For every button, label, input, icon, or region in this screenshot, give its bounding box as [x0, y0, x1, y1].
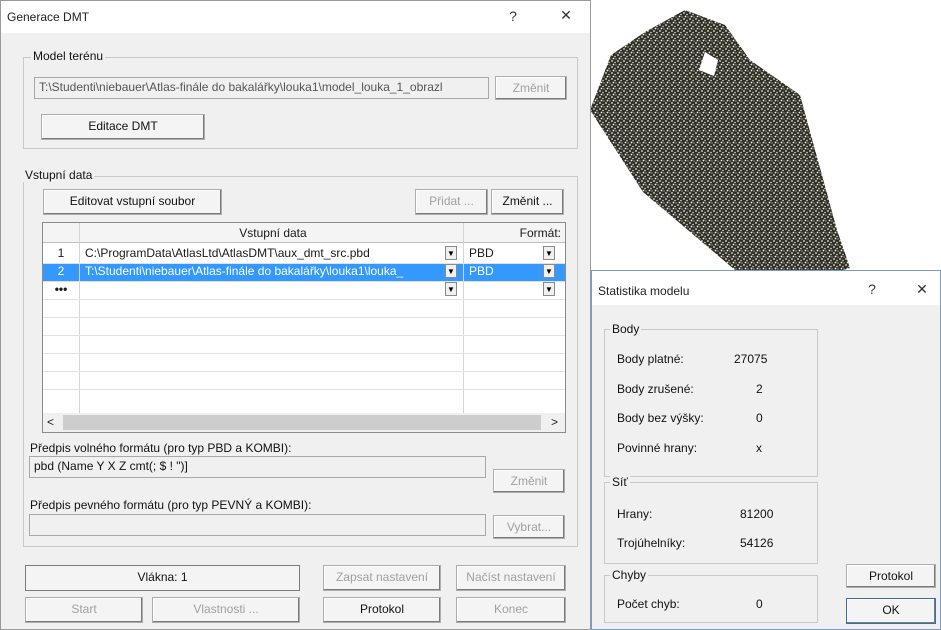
row-format[interactable]: PBD	[469, 245, 529, 262]
save-settings-button[interactable]: Zapsat nastavení	[323, 565, 441, 591]
dialog-title: Statistika modelu	[598, 284, 690, 298]
grid-line	[43, 299, 565, 300]
edit-dmt-button[interactable]: Editace DMT	[41, 114, 205, 140]
row-number: 1	[57, 246, 65, 260]
cancelled-points-value: 2	[756, 382, 763, 396]
model-change-button[interactable]: Změnit	[495, 76, 567, 100]
net-group-label: Síť	[610, 475, 630, 489]
add-button[interactable]: Přidat ...	[415, 189, 488, 215]
properties-button[interactable]: Vlastnosti ...	[152, 597, 300, 623]
chevron-down-icon[interactable]: ▼	[445, 246, 457, 260]
change-input-button[interactable]: Změnit ...	[491, 189, 564, 215]
help-button[interactable]: ?	[501, 8, 525, 24]
title-bar: Generace DMT ? ✕	[1, 1, 590, 33]
generace-dmt-dialog: Generace DMT ? ✕ Model terénu T:\Student…	[0, 0, 591, 630]
valid-points-label: Body platné:	[617, 352, 684, 366]
chevron-down-icon[interactable]: ▼	[445, 264, 457, 278]
free-format-field[interactable]: pbd (Name Y X Z cmt(; $ ! ")]	[29, 456, 486, 478]
scroll-left-icon[interactable]: <	[47, 415, 54, 429]
fixed-format-field[interactable]	[29, 514, 486, 536]
fixed-format-select-button[interactable]: Vybrat...	[493, 515, 565, 539]
help-button[interactable]: ?	[860, 281, 884, 297]
close-icon[interactable]: ✕	[910, 281, 934, 298]
end-button[interactable]: Konec	[456, 597, 566, 623]
free-format-label: Předpis volného formátu (pro typ PBD a K…	[30, 441, 292, 455]
grid-line	[43, 353, 565, 354]
load-settings-button[interactable]: Načíst nastavení	[456, 565, 566, 591]
table-row[interactable]: 1 C:\ProgramData\AtlasLtd\AtlasDMT\aux_d…	[43, 245, 565, 263]
model-group-label: Model terénu	[31, 49, 106, 63]
title-bar: Statistika modelu ? ✕	[592, 271, 940, 305]
row-number: •••	[54, 282, 68, 296]
errors-count-label: Počet chyb:	[617, 597, 680, 611]
chevron-down-icon[interactable]: ▼	[543, 282, 555, 296]
edges-value: 81200	[740, 507, 774, 521]
grid-line	[43, 389, 565, 390]
points-group-label: Body	[610, 322, 642, 336]
stats-protocol-button[interactable]: Protokol	[846, 564, 936, 588]
fixed-format-label: Předpis pevného formátu (pro typ PEVNÝ a…	[30, 498, 312, 512]
col-header-data[interactable]: Vstupní data	[83, 225, 463, 242]
grid-line	[43, 281, 565, 282]
close-icon[interactable]: ✕	[554, 7, 578, 24]
valid-points-value: 27075	[734, 352, 768, 366]
chevron-down-icon[interactable]: ▼	[543, 246, 555, 260]
grid-line	[43, 371, 565, 372]
net-group	[604, 482, 818, 564]
chevron-down-icon[interactable]: ▼	[543, 264, 555, 278]
row-format[interactable]: PBD	[469, 263, 529, 280]
scroll-thumb[interactable]	[63, 415, 541, 430]
free-format-change-button[interactable]: Změnit	[493, 469, 565, 493]
edit-input-button[interactable]: Editovat vstupní soubor	[43, 189, 222, 215]
col-header-format[interactable]: Formát:	[465, 225, 561, 242]
noheight-points-value: 0	[756, 411, 763, 425]
ok-button[interactable]: OK	[846, 598, 936, 624]
grid-line	[43, 317, 565, 318]
cancelled-points-label: Body zrušené:	[617, 382, 694, 396]
start-button[interactable]: Start	[25, 597, 143, 623]
edges-label: Hrany:	[617, 507, 653, 521]
grid-line	[43, 335, 565, 336]
row-path[interactable]: T:\Studenti\niebauer\Atlas-finále do bak…	[85, 263, 441, 280]
dialog-title: Generace DMT	[7, 10, 90, 24]
scroll-right-icon[interactable]: >	[551, 415, 558, 429]
horizontal-scrollbar[interactable]: < >	[43, 413, 565, 432]
statistics-dialog: Statistika modelu ? ✕ Body Body platné: …	[591, 270, 941, 630]
noheight-points-label: Body bez výšky:	[617, 411, 704, 425]
point-cloud-preview	[590, 10, 850, 275]
threads-box: Vlákna: 1	[25, 565, 300, 591]
table-row[interactable]: 2 T:\Studenti\niebauer\Atlas-finále do b…	[43, 263, 565, 281]
grid-line	[43, 263, 565, 264]
errors-count-value: 0	[756, 597, 763, 611]
mandatory-edges-value: x	[756, 441, 762, 455]
triangles-value: 54126	[740, 536, 774, 550]
table-row[interactable]: ••• ▼ ▼	[43, 281, 565, 299]
input-data-grid: Vstupní data Formát: 1 C:\ProgramData\At…	[42, 222, 566, 433]
errors-group-label: Chyby	[610, 568, 649, 582]
model-path-field[interactable]: T:\Studenti\niebauer\Atlas-finále do bak…	[34, 77, 489, 99]
row-path[interactable]: C:\ProgramData\AtlasLtd\AtlasDMT\aux_dmt…	[85, 245, 441, 262]
input-data-group-label: Vstupní data	[23, 168, 95, 182]
row-number: 2	[43, 263, 79, 280]
protocol-button[interactable]: Protokol	[323, 597, 441, 623]
mandatory-edges-label: Povinné hrany:	[617, 441, 698, 455]
chevron-down-icon[interactable]: ▼	[445, 282, 457, 296]
triangles-label: Trojúhelníky:	[617, 536, 686, 550]
